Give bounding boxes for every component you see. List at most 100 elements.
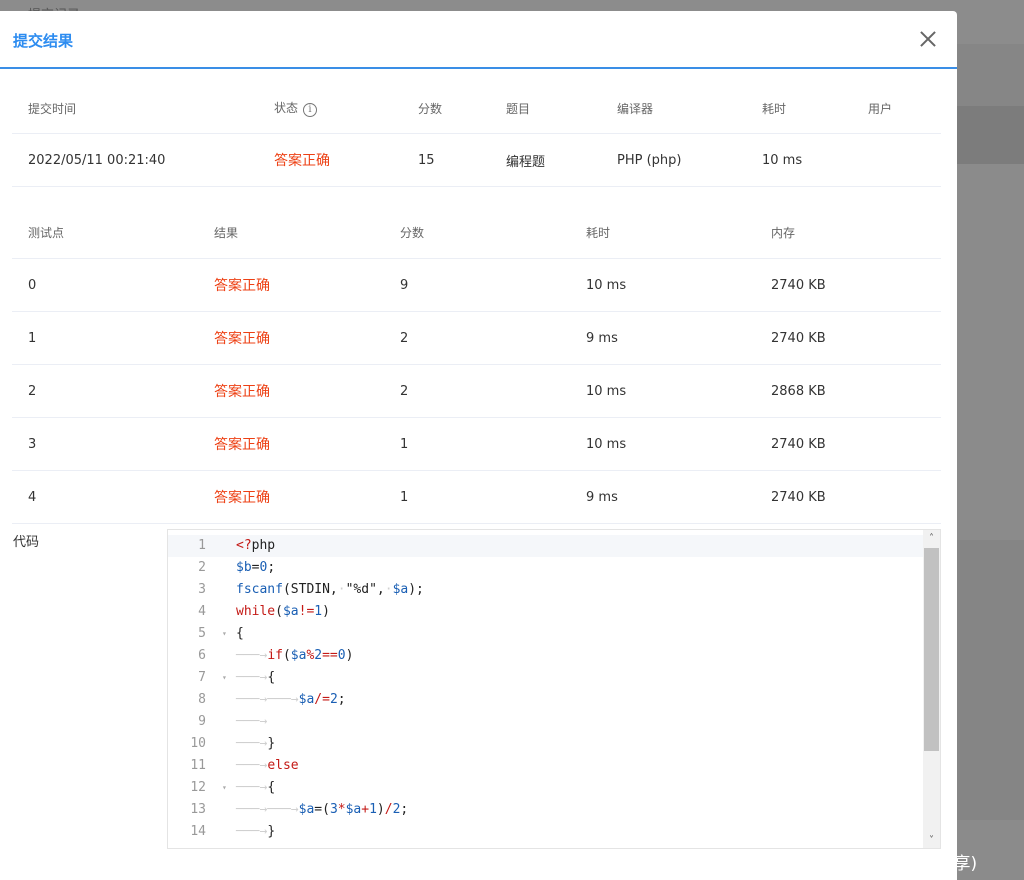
line-number: 5 — [198, 626, 206, 641]
line-number: 9 — [198, 714, 206, 729]
summary-header-row: 提交时间 状态 i 分数 题目 编译器 耗时 用户 — [12, 83, 941, 134]
line-number: 14 — [190, 824, 206, 839]
case-memory: 2740 KB — [771, 489, 826, 505]
case-memory: 2740 KB — [771, 436, 826, 452]
code-text: ───→else — [236, 758, 299, 773]
line-number: 4 — [198, 604, 206, 619]
code-line: 9 ───→ — [168, 711, 924, 733]
table-row: 1 答案正确 2 9 ms 2740 KB — [12, 312, 941, 365]
code-text: while($a!=1) — [236, 604, 330, 619]
dialog-header: 提交结果 — [0, 11, 957, 69]
code-text: ───→───→$a/=2; — [236, 692, 346, 707]
header-testcase: 测试点 — [28, 226, 65, 240]
case-score: 9 — [400, 277, 409, 293]
case-id: 2 — [28, 383, 37, 399]
header-memory: 内存 — [771, 226, 796, 240]
code-line: 4 while($a!=1) — [168, 601, 924, 623]
table-row: 4 答案正确 1 9 ms 2740 KB — [12, 471, 941, 524]
code-line: 12 ▾ ───→{ — [168, 777, 924, 799]
code-line: 14 ───→} — [168, 821, 924, 843]
header-status-label: 状态 — [274, 101, 299, 115]
summary-row: 2022/05/11 00:21:40 答案正确 15 编程题 PHP (php… — [12, 134, 941, 187]
code-editor[interactable]: 1 <?php 2 $b=0; 3 fscanf(STDIN,·"%d",·$a); … — [167, 529, 941, 849]
case-time: 10 ms — [586, 436, 627, 452]
case-score: 2 — [400, 330, 409, 346]
code-text: ───→} — [236, 824, 276, 839]
line-number: 12 — [190, 780, 206, 795]
table-row: 3 答案正确 1 10 ms 2740 KB — [12, 418, 941, 471]
code-line: 6 ───→if($a%2==0) — [168, 645, 924, 667]
code-line: 7 ▾ ───→{ — [168, 667, 924, 689]
code-text: ───→if($a%2==0) — [236, 648, 354, 663]
line-number: 10 — [190, 736, 206, 751]
background-strip — [957, 540, 1024, 820]
header-case-time: 耗时 — [586, 226, 611, 240]
header-submit-time: 提交时间 — [28, 101, 77, 116]
header-result: 结果 — [214, 226, 239, 240]
scrollbar-thumb[interactable] — [924, 548, 939, 751]
code-text: $b=0; — [236, 560, 276, 575]
header-case-score: 分数 — [400, 226, 425, 240]
header-status: 状态 i — [258, 99, 402, 117]
close-icon[interactable] — [916, 27, 940, 51]
case-result: 答案正确 — [214, 278, 270, 294]
testcase-header-row: 测试点 结果 分数 耗时 内存 — [12, 207, 941, 259]
line-number: 13 — [190, 802, 206, 817]
case-time: 9 ms — [586, 489, 618, 505]
case-result: 答案正确 — [214, 384, 270, 400]
code-text: ───→{ — [236, 780, 276, 795]
line-number: 6 — [198, 648, 206, 663]
fold-arrow-icon[interactable]: ▾ — [222, 777, 227, 799]
line-number: 1 — [198, 538, 206, 553]
code-text: ───→} — [236, 736, 276, 751]
table-row: 0 答案正确 9 10 ms 2740 KB — [12, 259, 941, 312]
code-line: 8 ───→───→$a/=2; — [168, 689, 924, 711]
header-user: 用户 — [868, 101, 893, 116]
header-score: 分数 — [418, 101, 443, 116]
testcase-table: 测试点 结果 分数 耗时 内存 0 答案正确 9 10 ms 2740 KB 1… — [12, 207, 941, 524]
code-text: { — [236, 626, 244, 641]
case-result: 答案正确 — [214, 490, 270, 506]
submit-time: 2022/05/11 00:21:40 — [28, 152, 166, 168]
code-text: fscanf(STDIN,·"%d",·$a); — [236, 582, 424, 597]
score-value: 15 — [418, 152, 435, 168]
fold-arrow-icon[interactable]: ▾ — [222, 667, 227, 689]
line-number: 2 — [198, 560, 206, 575]
code-line: 3 fscanf(STDIN,·"%d",·$a); — [168, 579, 924, 601]
scroll-up-icon[interactable]: ˄ — [927, 534, 936, 544]
code-line: 1 <?php — [168, 535, 924, 557]
case-id: 4 — [28, 489, 37, 505]
case-memory: 2740 KB — [771, 277, 826, 293]
compiler-value: PHP (php) — [617, 152, 682, 168]
case-memory: 2740 KB — [771, 330, 826, 346]
case-time: 10 ms — [586, 383, 627, 399]
code-text: <?php — [236, 538, 276, 553]
header-compiler: 编译器 — [617, 101, 654, 116]
case-score: 2 — [400, 383, 409, 399]
code-line: 2 $b=0; — [168, 557, 924, 579]
code-text: ───→───→$a=(3*$a+1)/2; — [236, 802, 409, 817]
dialog-title: 提交结果 — [13, 32, 74, 50]
fold-arrow-icon[interactable]: ▾ — [222, 623, 227, 645]
line-number: 7 — [198, 670, 206, 685]
code-text: ───→ — [236, 714, 268, 729]
code-line: 11 ───→else — [168, 755, 924, 777]
problem-link[interactable]: 编程题 — [490, 151, 601, 170]
code-label: 代码 — [13, 535, 40, 550]
case-time: 9 ms — [586, 330, 618, 346]
code-text: ───→{ — [236, 670, 276, 685]
elapsed-value: 10 ms — [762, 152, 803, 168]
header-problem: 题目 — [506, 101, 531, 116]
submission-result-dialog: 提交结果 提交时间 状态 i 分数 题目 编译器 耗时 用户 2022/05/11… — [0, 11, 957, 880]
case-id: 3 — [28, 436, 37, 452]
info-icon[interactable]: i — [303, 103, 318, 117]
case-result: 答案正确 — [214, 331, 270, 347]
case-score: 1 — [400, 489, 409, 505]
code-scrollbar[interactable]: ˄ ˅ — [923, 530, 940, 848]
scroll-down-icon[interactable]: ˅ — [927, 836, 936, 846]
case-time: 10 ms — [586, 277, 627, 293]
case-result: 答案正确 — [214, 437, 270, 453]
code-line: 5 ▾ { — [168, 623, 924, 645]
table-row: 2 答案正确 2 10 ms 2868 KB — [12, 365, 941, 418]
case-score: 1 — [400, 436, 409, 452]
